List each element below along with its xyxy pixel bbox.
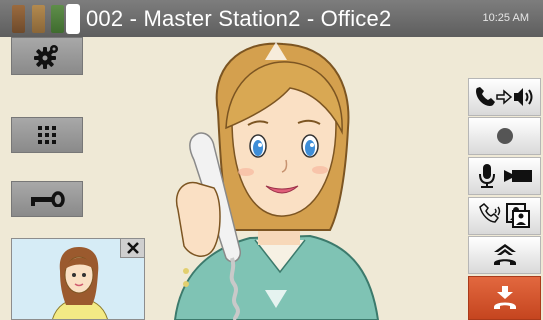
record-button[interactable] bbox=[468, 117, 541, 155]
intercom-screen: 002 - Master Station2 - Office2 10:25 AM bbox=[0, 0, 543, 320]
keypad-icon bbox=[38, 126, 56, 144]
pan-up-arrow[interactable] bbox=[265, 42, 287, 60]
status-indicator-4 bbox=[66, 4, 80, 34]
hang-up-icon bbox=[493, 286, 516, 309]
clock-time: 10:25 AM bbox=[482, 12, 529, 24]
record-icon bbox=[496, 128, 513, 144]
status-bar: 002 - Master Station2 - Office2 10:25 AM bbox=[0, 0, 543, 37]
status-indicator-1 bbox=[12, 5, 25, 33]
door-release-button[interactable] bbox=[11, 181, 83, 217]
handset-speaker-switch-button[interactable] bbox=[468, 78, 541, 116]
status-indicator-3 bbox=[51, 5, 64, 33]
hold-icon bbox=[493, 244, 516, 265]
gear-icon bbox=[34, 45, 58, 69]
pan-down-arrow[interactable] bbox=[265, 290, 287, 308]
keypad-button[interactable] bbox=[11, 117, 83, 153]
hang-up-button[interactable] bbox=[468, 276, 541, 320]
mic-camera-button[interactable] bbox=[468, 157, 541, 195]
mic-camera-icon bbox=[478, 164, 532, 188]
hold-button[interactable] bbox=[468, 236, 541, 274]
key-icon bbox=[31, 191, 65, 207]
settings-button[interactable] bbox=[11, 37, 83, 75]
handset-speaker-icon bbox=[475, 87, 532, 106]
station-title: 002 - Master Station2 - Office2 bbox=[86, 6, 392, 31]
close-pip-button[interactable] bbox=[120, 238, 145, 258]
close-icon bbox=[126, 242, 139, 254]
transfer-icon bbox=[478, 203, 530, 228]
status-indicator-2 bbox=[32, 5, 45, 33]
transfer-button[interactable] bbox=[468, 197, 541, 235]
